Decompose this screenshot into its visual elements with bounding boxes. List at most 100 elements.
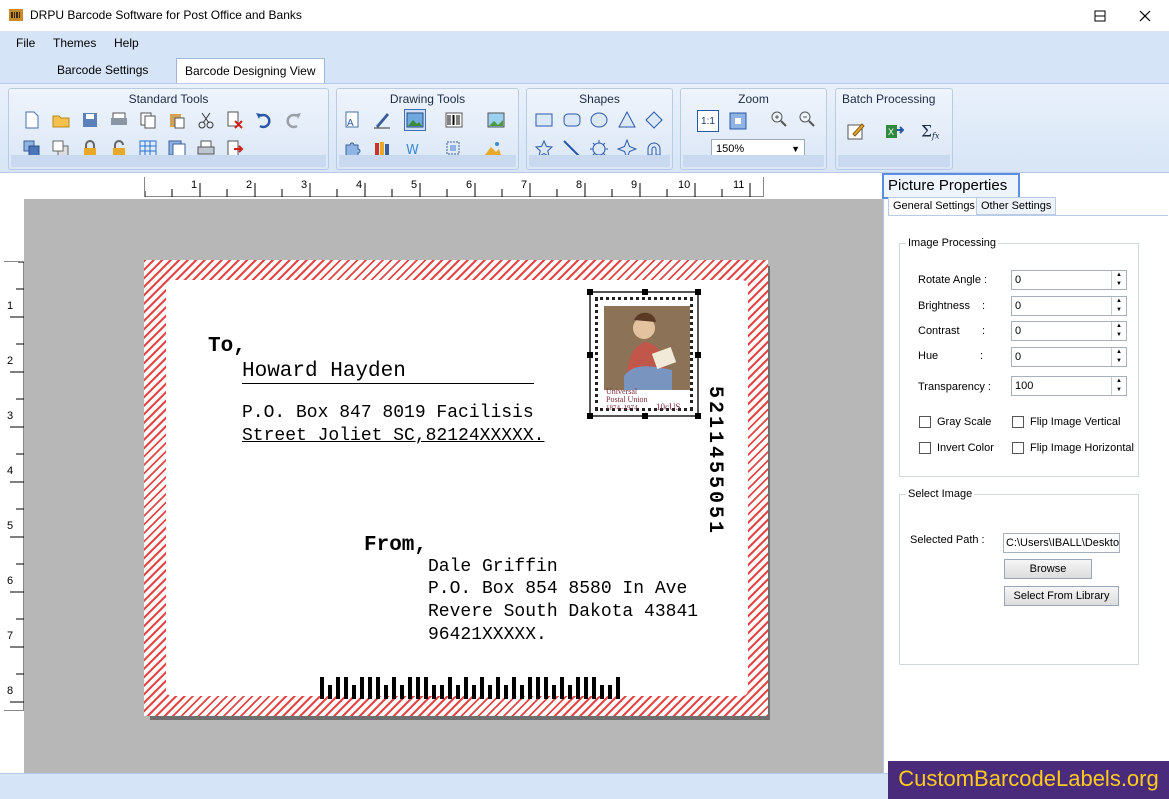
view-tabs: Barcode Settings Barcode Designing View	[0, 55, 1169, 83]
spinner-arrows-icon[interactable]: ▲ ▼	[1111, 348, 1126, 366]
copy-button[interactable]	[137, 109, 159, 131]
save-button[interactable]	[79, 109, 101, 131]
envelope-label[interactable]: To, Howard Hayden P.O. Box 847 8019 Faci…	[144, 260, 768, 716]
shapes-label: Shapes	[579, 92, 620, 106]
resize-handle[interactable]	[695, 289, 701, 295]
to-address-line1[interactable]: P.O. Box 847 8019 Facilisis	[242, 403, 534, 423]
text-tool-button[interactable]: A	[341, 109, 363, 131]
cut-button[interactable]	[195, 109, 217, 131]
ruler-mark: 6	[7, 575, 14, 587]
rotate-angle-value: 0	[1015, 274, 1022, 286]
contrast-input[interactable]: 0 ▲ ▼	[1011, 321, 1127, 341]
rotate-angle-input[interactable]: 0 ▲ ▼	[1011, 270, 1127, 290]
undo-button[interactable]	[253, 109, 275, 131]
to-name[interactable]: Howard Hayden	[242, 361, 534, 384]
diamond-shape-button[interactable]	[643, 109, 665, 131]
open-button[interactable]	[50, 109, 72, 131]
spinner-arrows-icon[interactable]: ▲ ▼	[1111, 271, 1126, 289]
menu-help[interactable]: Help	[114, 36, 139, 50]
zoom-fit-button[interactable]	[727, 110, 749, 132]
design-workspace[interactable]: To, Howard Hayden P.O. Box 847 8019 Faci…	[24, 199, 883, 773]
barcode-tool-button[interactable]	[443, 109, 465, 131]
resize-handle[interactable]	[695, 352, 701, 358]
tab-barcode-settings[interactable]: Barcode Settings	[49, 58, 156, 83]
ruler-mark: 6	[466, 179, 473, 191]
menu-file[interactable]: File	[16, 36, 35, 50]
tab-general-settings[interactable]: General Settings	[888, 197, 980, 215]
selected-path-value: C:\Users\IBALL\Deskto	[1006, 537, 1120, 549]
browse-button[interactable]: Browse	[1004, 559, 1092, 579]
svg-text:Σ: Σ	[921, 122, 932, 140]
zoom-out-icon	[799, 111, 815, 127]
from-address-line2[interactable]: Revere South Dakota 43841	[428, 602, 698, 622]
triangle-shape-button[interactable]	[616, 109, 638, 131]
cut-icon	[198, 112, 214, 129]
watermark-tool-button[interactable]	[485, 109, 507, 131]
paste-button[interactable]	[166, 109, 188, 131]
resize-handle[interactable]	[642, 413, 648, 419]
batch-excel-button[interactable]: X	[883, 120, 905, 142]
select-from-library-button[interactable]: Select From Library	[1004, 586, 1119, 606]
delete-button[interactable]	[224, 109, 246, 131]
redo-button[interactable]	[282, 109, 304, 131]
gray-scale-checkbox[interactable]	[919, 416, 931, 428]
title-bar: DRPU Barcode Software for Post Office an…	[0, 0, 1169, 31]
invert-color-checkbox[interactable]	[919, 442, 931, 454]
ruler-mark: 2	[7, 355, 14, 367]
spinner-arrows-icon[interactable]: ▲ ▼	[1111, 322, 1126, 340]
batch-edit-button[interactable]	[845, 120, 867, 142]
ellipse-shape-button[interactable]	[588, 109, 610, 131]
print-preview-button[interactable]	[108, 109, 130, 131]
picture-tool-button[interactable]	[404, 109, 426, 131]
ruler-mark: 8	[7, 685, 14, 697]
resize-handle[interactable]	[587, 289, 593, 295]
drawing-tools-group: Drawing Tools A W	[336, 88, 519, 170]
from-address-line1[interactable]: P.O. Box 854 8580 In Ave	[428, 579, 687, 599]
menu-themes[interactable]: Themes	[53, 36, 96, 50]
from-name[interactable]: Dale Griffin	[428, 557, 558, 577]
close-button[interactable]	[1122, 0, 1168, 31]
ruler-mark: 1	[7, 300, 14, 312]
delete-icon	[227, 111, 243, 129]
hue-input[interactable]: 0 ▲ ▼	[1011, 347, 1127, 367]
image-processing-legend: Image Processing	[906, 237, 999, 249]
postage-stamp-image[interactable]: Universal Postal Union 1874–1974 10cUS	[587, 289, 701, 419]
line-tool-button[interactable]	[371, 109, 393, 131]
stamp-text-line2: Postal Union	[606, 395, 648, 404]
brightness-label: Brightness	[918, 300, 970, 312]
flip-vertical-checkbox[interactable]	[1012, 416, 1024, 428]
batch-formula-button[interactable]: Σfx	[920, 120, 942, 142]
to-address-line2[interactable]: Street Joliet SC,82124XXXXX.	[242, 426, 544, 446]
rotate-angle-label: Rotate Angle :	[918, 274, 988, 286]
resize-handle[interactable]	[587, 352, 593, 358]
new-button[interactable]	[21, 109, 43, 131]
zoom-in-button[interactable]	[768, 108, 790, 130]
tab-other-settings[interactable]: Other Settings	[976, 197, 1057, 215]
postal-barcode[interactable]	[320, 677, 634, 699]
contrast-colon: :	[982, 325, 986, 337]
tab-barcode-designing-view[interactable]: Barcode Designing View	[176, 58, 325, 83]
rectangle-shape-button[interactable]	[533, 109, 555, 131]
resize-handle[interactable]	[587, 413, 593, 419]
transparency-input[interactable]: 100 ▲ ▼	[1011, 376, 1127, 396]
brightness-input[interactable]: 0 ▲ ▼	[1011, 296, 1127, 316]
vertical-postal-code[interactable]: 5211455051	[703, 386, 726, 586]
rounded-rect-shape-button[interactable]	[561, 109, 583, 131]
picture-properties-panel: Picture Properties General Settings Othe…	[882, 173, 1169, 773]
spinner-arrows-icon[interactable]: ▲ ▼	[1111, 377, 1126, 395]
spinner-arrows-icon[interactable]: ▲ ▼	[1111, 297, 1126, 315]
zoom-out-button[interactable]	[796, 108, 818, 130]
flip-horizontal-checkbox[interactable]	[1012, 442, 1024, 454]
selected-path-input[interactable]: C:\Users\IBALL\Deskto	[1003, 533, 1120, 553]
ruler-mark: 3	[7, 410, 14, 422]
from-address-line3[interactable]: 96421XXXXX.	[428, 625, 547, 645]
from-label[interactable]: From,	[364, 534, 427, 557]
resize-handle[interactable]	[695, 413, 701, 419]
zoom-actual-size-button[interactable]: 1:1	[697, 110, 719, 132]
resize-handle[interactable]	[642, 289, 648, 295]
tab-divider	[888, 215, 1168, 216]
to-label[interactable]: To,	[208, 335, 246, 358]
new-file-icon	[25, 111, 39, 129]
print-icon	[111, 112, 127, 125]
maximize-button[interactable]	[1077, 0, 1123, 31]
